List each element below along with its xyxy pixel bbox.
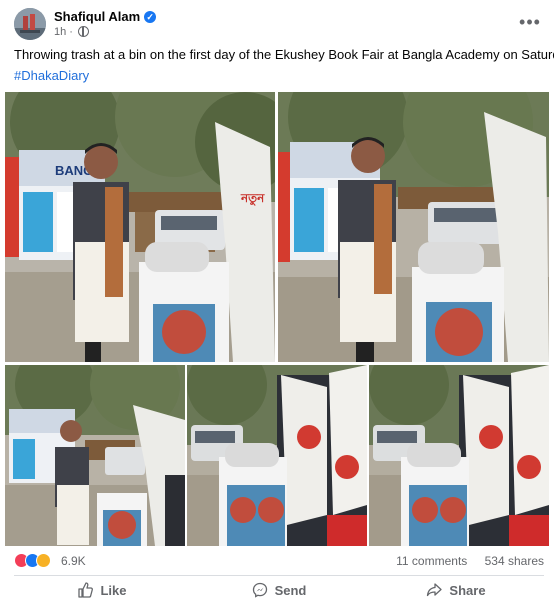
like-button[interactable]: Like bbox=[14, 577, 190, 603]
post-time[interactable]: 1h bbox=[54, 26, 66, 38]
photo-2[interactable] bbox=[278, 92, 549, 362]
share-arrow-icon bbox=[427, 583, 443, 597]
photo-grid: BANGLA নতুন bbox=[5, 92, 549, 546]
send-label: Send bbox=[274, 582, 307, 598]
book-sign-text: নতুন bbox=[240, 191, 265, 207]
share-button[interactable]: Share bbox=[368, 577, 544, 603]
send-button[interactable]: Send bbox=[191, 577, 367, 603]
verified-badge-icon: ✓ bbox=[144, 10, 157, 23]
photo-4[interactable] bbox=[187, 365, 367, 546]
post-actions: Like Send Share bbox=[14, 577, 544, 599]
globe-icon bbox=[78, 25, 90, 37]
more-options-icon[interactable]: ••• bbox=[516, 10, 544, 38]
post-header: Shafiqul Alam ✓ 1h · ••• bbox=[14, 8, 544, 40]
thumbs-up-icon bbox=[78, 582, 94, 598]
author-avatar[interactable] bbox=[14, 8, 46, 40]
author-name[interactable]: Shafiqul Alam ✓ bbox=[54, 9, 157, 24]
author-name-text[interactable]: Shafiqul Alam bbox=[54, 9, 140, 24]
photo-3[interactable] bbox=[5, 365, 185, 546]
engagement-stats: 11 comments 534 shares bbox=[382, 554, 544, 568]
share-count[interactable]: 534 shares bbox=[485, 554, 544, 568]
post-meta: 1h · bbox=[54, 25, 90, 38]
facebook-post: Shafiqul Alam ✓ 1h · ••• Throwing trash a… bbox=[0, 0, 554, 599]
post-caption: Throwing trash at a bin on the first day… bbox=[14, 47, 554, 62]
like-label: Like bbox=[100, 582, 127, 598]
reaction-icons[interactable] bbox=[14, 553, 58, 569]
share-label: Share bbox=[449, 582, 486, 598]
actions-divider bbox=[14, 575, 544, 576]
photo-1[interactable]: BANGLA নতুন bbox=[5, 92, 275, 362]
reactions-bar: 6.9K 11 comments 534 shares bbox=[14, 551, 544, 571]
haha-reaction-icon bbox=[36, 553, 51, 568]
hashtag-link[interactable]: #DhakaDiary bbox=[14, 68, 89, 83]
photo-5[interactable] bbox=[369, 365, 549, 546]
comment-count[interactable]: 11 comments bbox=[396, 554, 467, 568]
reaction-count[interactable]: 6.9K bbox=[61, 554, 86, 568]
messenger-icon bbox=[252, 582, 267, 598]
